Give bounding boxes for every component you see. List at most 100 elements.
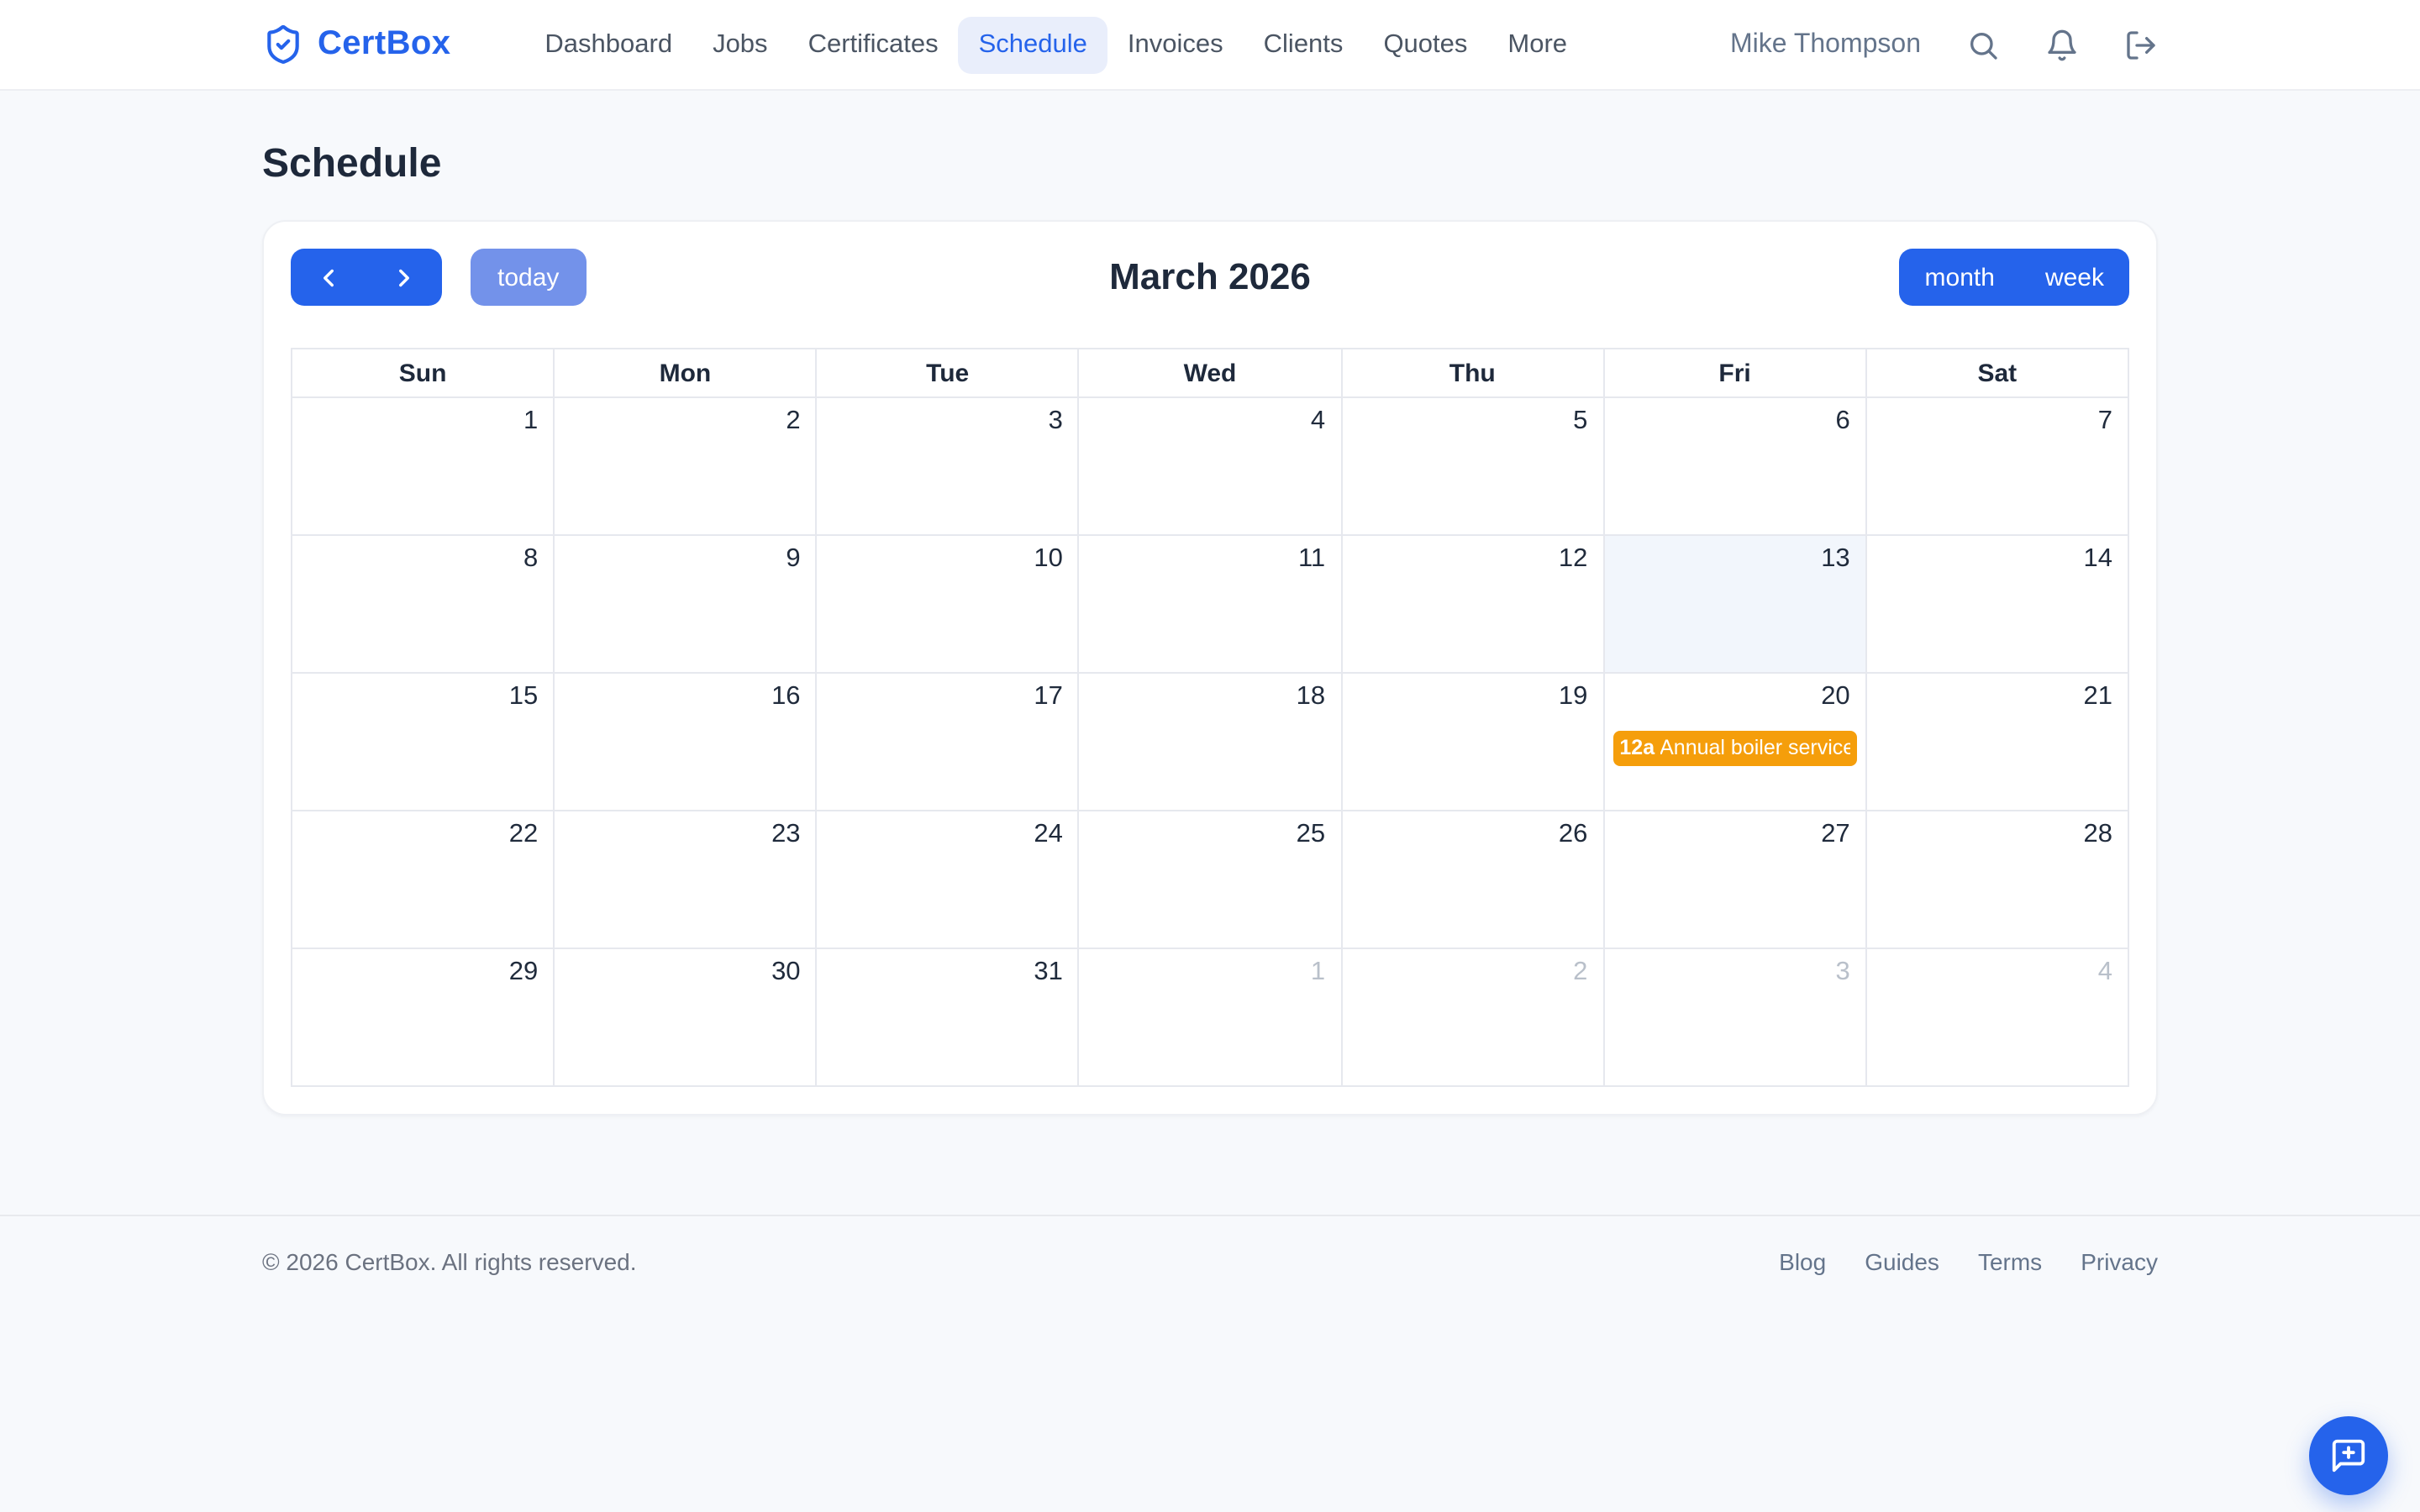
calendar-day-cell[interactable]: 1 <box>1080 949 1342 1087</box>
calendar-day-cell[interactable]: 30 <box>555 949 817 1087</box>
nav-item-certificates[interactable]: Certificates <box>788 16 959 73</box>
user-name[interactable]: Mike Thompson <box>1730 29 1921 60</box>
calendar-day-cell[interactable]: 22 <box>292 811 555 949</box>
date-number: 16 <box>561 679 808 712</box>
message-square-plus-icon <box>2329 1436 2368 1475</box>
footer-link-guides[interactable]: Guides <box>1865 1248 1939 1275</box>
page-footer: © 2026 CertBox. All rights reserved. Blo… <box>0 1215 2420 1307</box>
calendar-day-cell[interactable]: 4 <box>1867 949 2129 1087</box>
nav-item-schedule[interactable]: Schedule <box>959 16 1107 73</box>
page-title: Schedule <box>262 141 2158 188</box>
day-header-fri: Fri <box>1604 349 1866 398</box>
calendar-day-cell[interactable]: 9 <box>555 536 817 674</box>
footer-link-privacy[interactable]: Privacy <box>2081 1248 2158 1275</box>
footer-link-blog[interactable]: Blog <box>1779 1248 1826 1275</box>
calendar-day-cell[interactable]: 21 <box>1867 674 2129 811</box>
view-switcher: month week <box>1900 249 2129 306</box>
calendar-week-row: 8910 1112 13 14 <box>292 536 2129 674</box>
app-root: CertBox DashboardJobsCertificatesSchedul… <box>0 0 2420 1512</box>
calendar-week-row: 1234567 <box>292 398 2129 536</box>
date-number: 17 <box>824 679 1071 712</box>
date-number: 18 <box>1086 679 1334 712</box>
date-number: 21 <box>1874 679 2121 712</box>
date-number: 15 <box>299 679 546 712</box>
date-number: 31 <box>824 954 1071 988</box>
date-number: 1 <box>299 403 546 437</box>
date-number: 13 <box>1611 541 1858 575</box>
date-number: 2 <box>1349 954 1596 988</box>
month-view-button[interactable]: month <box>1900 249 2020 306</box>
date-number: 14 <box>1874 541 2121 575</box>
calendar-day-cell[interactable]: 4 <box>1080 398 1342 536</box>
calendar-day-cell[interactable]: 3 <box>1604 949 1866 1087</box>
calendar-card: today March 2026 month week SunMonTueWed… <box>262 220 2158 1116</box>
date-number: 30 <box>561 954 808 988</box>
nav-item-quotes[interactable]: Quotes <box>1363 16 1487 73</box>
calendar-day-cell[interactable]: 18 <box>1080 674 1342 811</box>
calendar-day-cell[interactable]: 16 <box>555 674 817 811</box>
nav-item-more[interactable]: More <box>1487 16 1587 73</box>
calendar-day-cell[interactable]: 6 <box>1604 398 1866 536</box>
day-header-tue: Tue <box>818 349 1080 398</box>
date-number: 23 <box>561 816 808 850</box>
date-number: 19 <box>1349 679 1596 712</box>
calendar-day-cell[interactable]: 31 <box>818 949 1080 1087</box>
calendar-day-cell[interactable]: 8 <box>292 536 555 674</box>
calendar-day-cell[interactable]: 2 <box>555 398 817 536</box>
calendar-day-cell[interactable]: 2012aAnnual boiler service <box>1604 674 1866 811</box>
date-number: 2 <box>561 403 808 437</box>
date-number: 22 <box>299 816 546 850</box>
calendar-day-cell[interactable]: 15 <box>292 674 555 811</box>
calendar-day-cell[interactable]: 12 <box>1342 536 1604 674</box>
next-month-button[interactable] <box>366 249 442 306</box>
footer-links: Blog Guides Terms Privacy <box>1779 1248 2158 1275</box>
nav-item-clients[interactable]: Clients <box>1244 16 1364 73</box>
today-button[interactable]: today <box>471 249 586 306</box>
date-number: 7 <box>1874 403 2121 437</box>
calendar-day-cell[interactable]: 19 <box>1342 674 1604 811</box>
nav-item-dashboard[interactable]: Dashboard <box>524 16 692 73</box>
calendar-day-cell[interactable]: 3 <box>818 398 1080 536</box>
calendar-day-cell[interactable]: 17 <box>818 674 1080 811</box>
calendar-day-cell[interactable]: 14 <box>1867 536 2129 674</box>
calendar-day-cell[interactable]: 1 <box>292 398 555 536</box>
date-number: 3 <box>824 403 1071 437</box>
nav-item-invoices[interactable]: Invoices <box>1107 16 1244 73</box>
calendar-day-cell[interactable]: 26 <box>1342 811 1604 949</box>
prev-month-button[interactable] <box>291 249 366 306</box>
date-number: 24 <box>824 816 1071 850</box>
calendar-day-cell[interactable]: 11 <box>1080 536 1342 674</box>
calendar-day-cell[interactable]: 25 <box>1080 811 1342 949</box>
primary-nav: DashboardJobsCertificatesScheduleInvoice… <box>524 16 1587 73</box>
event-title: Annual boiler service <box>1660 736 1850 761</box>
date-number: 1 <box>1086 954 1334 988</box>
chat-fab-button[interactable] <box>2309 1416 2388 1495</box>
chevron-right-icon <box>390 263 418 291</box>
bell-icon[interactable] <box>2045 28 2079 61</box>
search-icon[interactable] <box>1966 28 2000 61</box>
calendar-event[interactable]: 12aAnnual boiler service <box>1612 731 1856 766</box>
calendar-day-cell[interactable]: 7 <box>1867 398 2129 536</box>
calendar-day-cell[interactable]: 23 <box>555 811 817 949</box>
date-number: 6 <box>1611 403 1858 437</box>
day-header-wed: Wed <box>1080 349 1342 398</box>
calendar-day-cell[interactable]: 10 <box>818 536 1080 674</box>
calendar-day-cell[interactable]: 29 <box>292 949 555 1087</box>
calendar-day-cell[interactable]: 27 <box>1604 811 1866 949</box>
calendar-day-cell[interactable]: 2 <box>1342 949 1604 1087</box>
date-number: 10 <box>824 541 1071 575</box>
main-content: Schedule today March 2026 month week <box>262 141 2158 1116</box>
calendar-day-cell[interactable]: 13 <box>1604 536 1866 674</box>
logout-icon[interactable] <box>2124 28 2158 61</box>
calendar-day-cell[interactable]: 28 <box>1867 811 2129 949</box>
nav-item-jobs[interactable]: Jobs <box>692 16 788 73</box>
calendar-day-cell[interactable]: 24 <box>818 811 1080 949</box>
date-number: 8 <box>299 541 546 575</box>
chevron-left-icon <box>314 263 343 291</box>
calendar-day-cell[interactable]: 5 <box>1342 398 1604 536</box>
copyright-text: © 2026 CertBox. All rights reserved. <box>262 1248 637 1275</box>
date-number: 12 <box>1349 541 1596 575</box>
week-view-button[interactable]: week <box>2020 249 2129 306</box>
brand-logo[interactable]: CertBox <box>262 24 450 66</box>
footer-link-terms[interactable]: Terms <box>1978 1248 2042 1275</box>
